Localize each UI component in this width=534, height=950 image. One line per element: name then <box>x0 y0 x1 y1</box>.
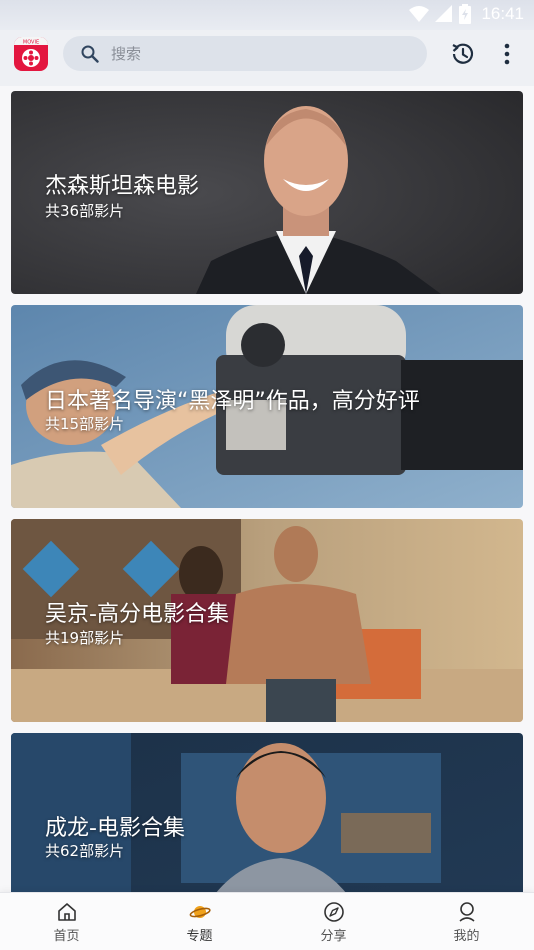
bottom-nav: 首页 专题 分享 我的 <box>0 892 534 950</box>
card-count: 共36部影片 <box>45 202 125 220</box>
search-icon <box>81 45 99 63</box>
nav-item-profile[interactable]: 我的 <box>400 893 533 950</box>
app-bar: MOVIE 搜索 <box>0 30 534 86</box>
app-logo[interactable]: MOVIE <box>14 37 48 71</box>
nav-label: 分享 <box>320 929 347 944</box>
card-count: 共15部影片 <box>45 415 125 433</box>
more-vert-icon[interactable] <box>497 42 517 66</box>
nav-label: 我的 <box>453 929 480 944</box>
profile-icon <box>459 902 475 922</box>
cell-signal-icon <box>435 5 453 22</box>
nav-label: 首页 <box>53 929 80 944</box>
card-count: 共62部影片 <box>45 842 125 860</box>
history-icon[interactable] <box>450 41 476 67</box>
nav-item-topics[interactable]: 专题 <box>133 893 266 950</box>
status-icons: 16:41 <box>409 4 524 24</box>
battery-icon <box>459 4 472 24</box>
nav-item-share[interactable]: 分享 <box>267 893 400 950</box>
nav-item-home[interactable]: 首页 <box>0 893 133 950</box>
compass-icon <box>324 902 344 922</box>
logo-text: MOVIE <box>23 40 39 46</box>
home-icon <box>58 903 76 921</box>
topic-card-kurosawa[interactable]: 日本著名导演“黑泽明”作品，高分好评 共15部影片 <box>11 305 523 508</box>
status-time: 16:41 <box>481 4 524 23</box>
card-title: 日本著名导演“黑泽明”作品，高分好评 <box>45 389 420 414</box>
topic-card-wu-jing[interactable]: 吴京-高分电影合集 共19部影片 <box>11 519 523 722</box>
card-title: 吴京-高分电影合集 <box>45 602 229 627</box>
search-input[interactable]: 搜索 <box>63 36 427 71</box>
film-reel-icon: MOVIE <box>14 37 48 67</box>
wifi-icon <box>409 6 430 22</box>
card-count: 共19部影片 <box>45 629 125 647</box>
planet-icon <box>189 906 211 918</box>
nav-label: 专题 <box>186 929 213 944</box>
status-bar: 16:41 <box>0 0 534 30</box>
topic-card-jason-statham[interactable]: 杰森斯坦森电影 共36部影片 <box>11 91 523 294</box>
search-placeholder: 搜索 <box>111 45 142 63</box>
card-title: 成龙-电影合集 <box>45 816 185 841</box>
card-title: 杰森斯坦森电影 <box>45 174 200 199</box>
